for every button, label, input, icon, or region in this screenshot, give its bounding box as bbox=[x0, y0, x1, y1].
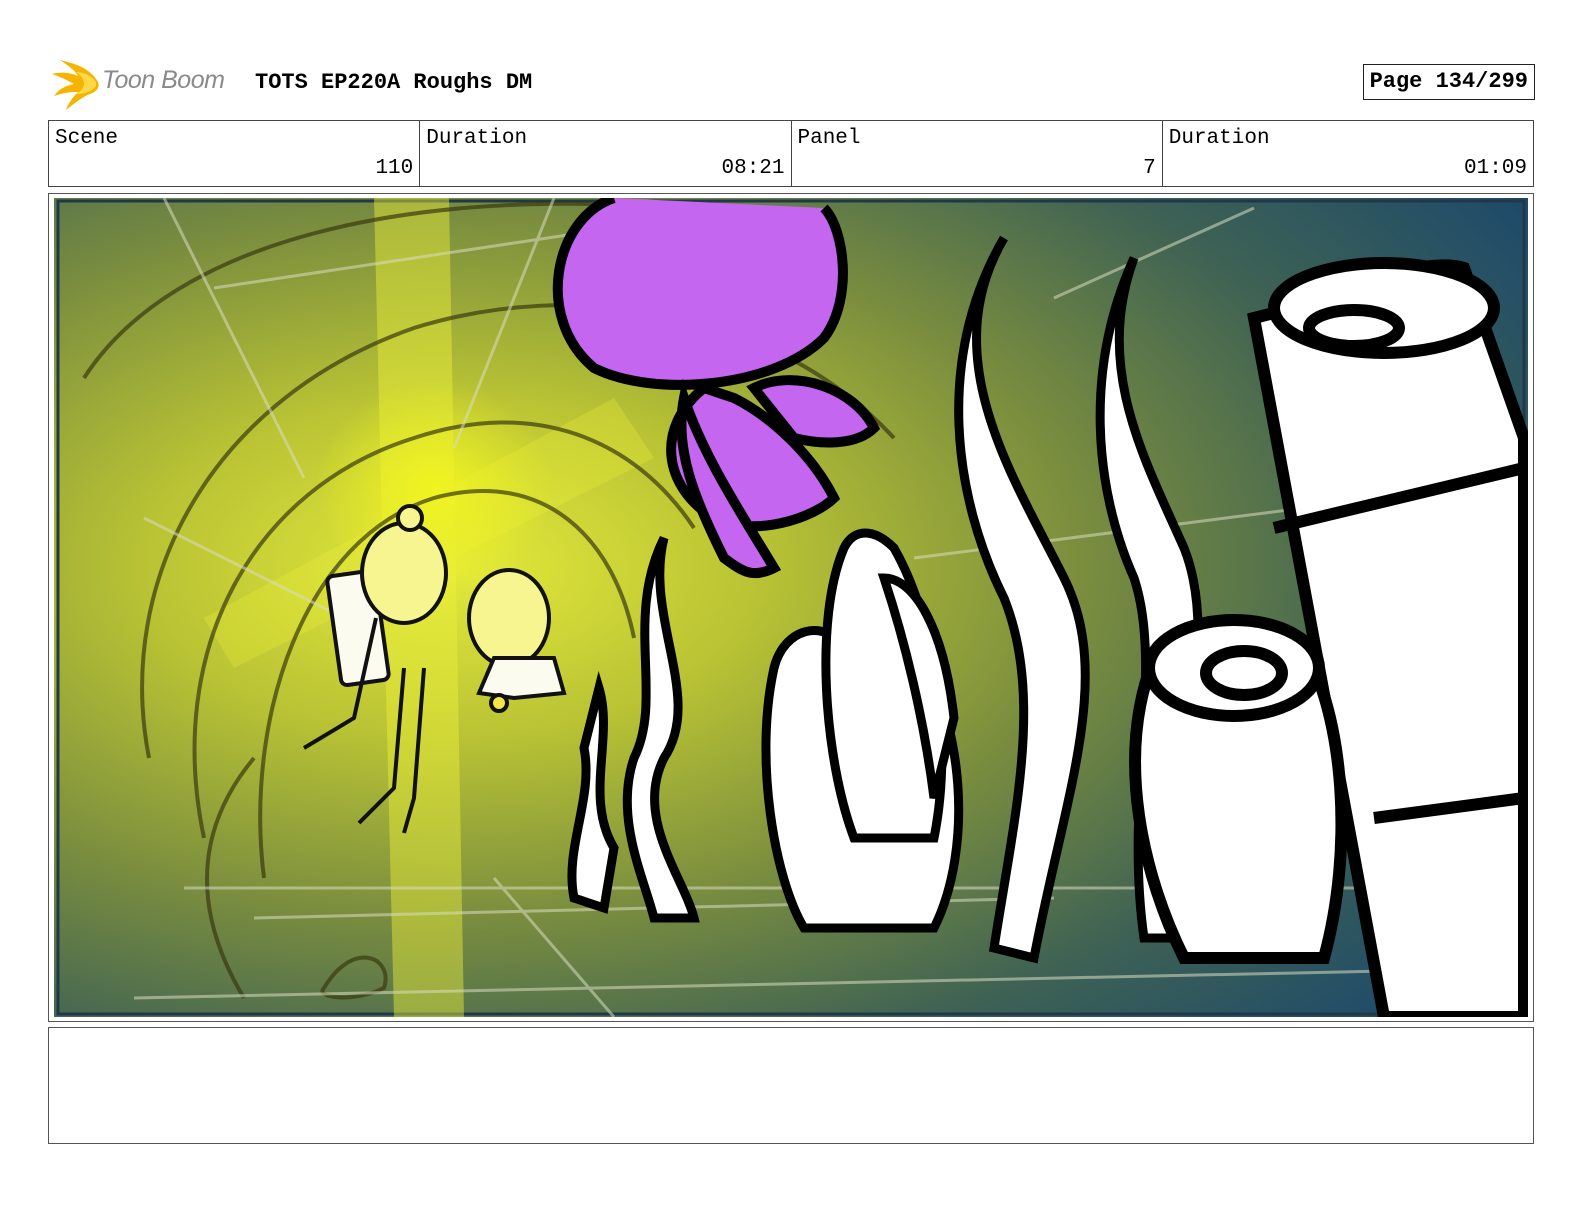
panel-label: Panel bbox=[797, 127, 861, 150]
storyboard-panel bbox=[48, 193, 1534, 1022]
toon-boom-logo: Toon Boom bbox=[50, 56, 245, 112]
page-counter: Page 134/299 bbox=[1362, 64, 1535, 100]
document-title: TOTS EP220A Roughs DM bbox=[255, 70, 533, 95]
panel-value: 7 bbox=[1143, 157, 1156, 180]
panel-duration-value: 01:09 bbox=[1463, 157, 1527, 180]
panel-drawing bbox=[54, 198, 1528, 1017]
flame-icon bbox=[52, 60, 99, 110]
storyboard-header: Toon Boom TOTS EP220A Roughs DM Page 134… bbox=[50, 56, 1535, 112]
scene-duration-value: 08:21 bbox=[721, 157, 785, 180]
scene-info-table: Scene 110 Duration 08:21 Panel 7 Duratio… bbox=[48, 120, 1534, 187]
panel-duration-cell: Duration 01:09 bbox=[1163, 121, 1533, 186]
scene-duration-cell: Duration 08:21 bbox=[420, 121, 792, 186]
logo-wordmark: Toon Boom bbox=[102, 66, 225, 94]
scene-cell: Scene 110 bbox=[49, 121, 421, 186]
panel-duration-label: Duration bbox=[1168, 127, 1270, 150]
scene-label: Scene bbox=[55, 127, 119, 150]
panel-notes-box bbox=[48, 1027, 1534, 1144]
scene-value: 110 bbox=[375, 157, 414, 180]
panel-cell: Panel 7 bbox=[792, 121, 1163, 186]
scene-duration-label: Duration bbox=[426, 127, 528, 150]
